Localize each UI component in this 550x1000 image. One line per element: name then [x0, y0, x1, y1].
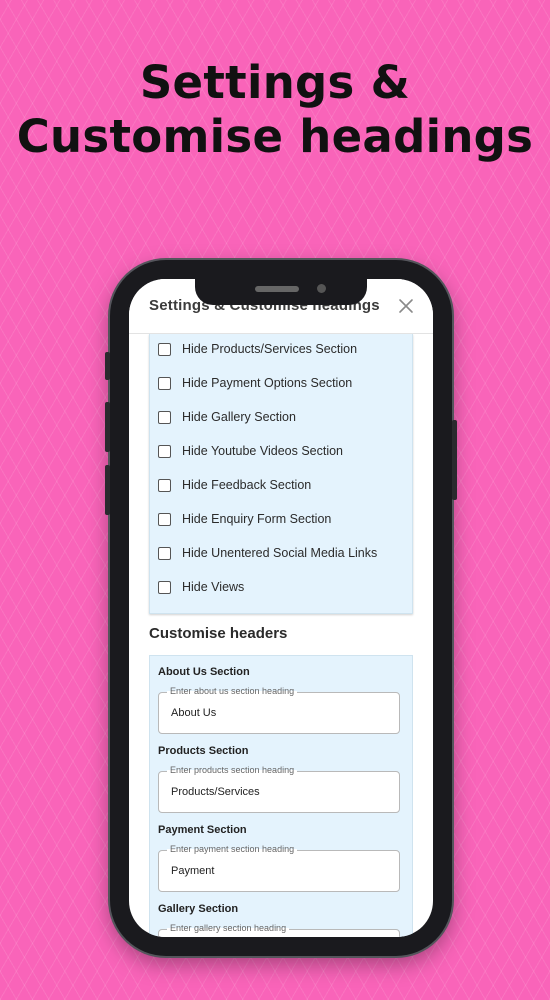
- speaker-grille: [255, 286, 299, 292]
- option-label: Hide Gallery Section: [182, 410, 296, 424]
- checkbox[interactable]: [158, 342, 171, 356]
- option-label: Hide Products/Services Section: [182, 342, 358, 356]
- option-hide-views[interactable]: Hide Views: [158, 576, 244, 598]
- checkbox[interactable]: [158, 580, 171, 594]
- phone-screen: Hide Products/Services Section Hide Paym…: [129, 279, 433, 937]
- field-value: Products/Services: [171, 786, 260, 798]
- checkbox[interactable]: [158, 546, 171, 560]
- phone-power-button: [452, 420, 457, 500]
- option-label: Hide Youtube Videos Section: [182, 444, 344, 458]
- checkbox[interactable]: [158, 376, 171, 390]
- close-icon[interactable]: [397, 297, 415, 315]
- hide-options-panel: Hide Products/Services Section Hide Paym…: [149, 334, 413, 614]
- customise-headers-heading: Customise headers: [149, 625, 288, 642]
- about-us-heading-input[interactable]: Enter about us section heading About Us: [158, 686, 400, 734]
- field-hint: Enter about us section heading: [167, 686, 298, 696]
- promo-title: Settings & Customise headings: [0, 56, 550, 164]
- option-label: Hide Feedback Section: [182, 478, 312, 492]
- checkbox[interactable]: [158, 444, 171, 458]
- payment-heading-input[interactable]: Enter payment section heading Payment: [158, 844, 400, 892]
- field-value: Payment: [171, 865, 215, 877]
- field-hint: Enter products section heading: [167, 765, 298, 775]
- option-hide-enquiry[interactable]: Hide Enquiry Form Section: [158, 508, 331, 530]
- phone-mute-switch: [105, 352, 110, 380]
- payment-section-label: Payment Section: [158, 824, 247, 836]
- about-us-section-label: About Us Section: [158, 666, 250, 678]
- checkbox[interactable]: [158, 410, 171, 424]
- option-label: Hide Enquiry Form Section: [182, 512, 332, 526]
- option-label: Hide Views: [182, 580, 245, 594]
- gallery-heading-input[interactable]: Enter gallery section heading: [158, 923, 400, 937]
- option-hide-youtube[interactable]: Hide Youtube Videos Section: [158, 440, 343, 462]
- phone-volume-up-button: [105, 402, 110, 452]
- option-hide-feedback[interactable]: Hide Feedback Section: [158, 474, 311, 496]
- phone-volume-down-button: [105, 465, 110, 515]
- products-section-label: Products Section: [158, 745, 249, 757]
- phone-frame: Hide Products/Services Section Hide Paym…: [105, 260, 457, 956]
- phone-notch: [195, 279, 367, 305]
- option-hide-products[interactable]: Hide Products/Services Section: [158, 338, 357, 360]
- customise-headers-panel: About Us Section Enter about us section …: [149, 655, 413, 937]
- front-camera: [317, 284, 326, 293]
- option-label: Hide Unentered Social Media Links: [182, 546, 378, 560]
- checkbox[interactable]: [158, 478, 171, 492]
- option-hide-payment[interactable]: Hide Payment Options Section: [158, 372, 352, 394]
- field-hint: Enter gallery section heading: [167, 923, 290, 933]
- field-hint: Enter payment section heading: [167, 844, 298, 854]
- option-hide-social-links[interactable]: Hide Unentered Social Media Links: [158, 542, 377, 564]
- products-heading-input[interactable]: Enter products section heading Products/…: [158, 765, 400, 813]
- field-value: About Us: [171, 707, 217, 719]
- checkbox[interactable]: [158, 512, 171, 526]
- gallery-section-label: Gallery Section: [158, 903, 239, 915]
- promo-title-line1: Settings &: [139, 56, 411, 109]
- option-hide-gallery[interactable]: Hide Gallery Section: [158, 406, 296, 428]
- promo-title-line2: Customise headings: [16, 110, 534, 163]
- option-label: Hide Payment Options Section: [182, 376, 353, 390]
